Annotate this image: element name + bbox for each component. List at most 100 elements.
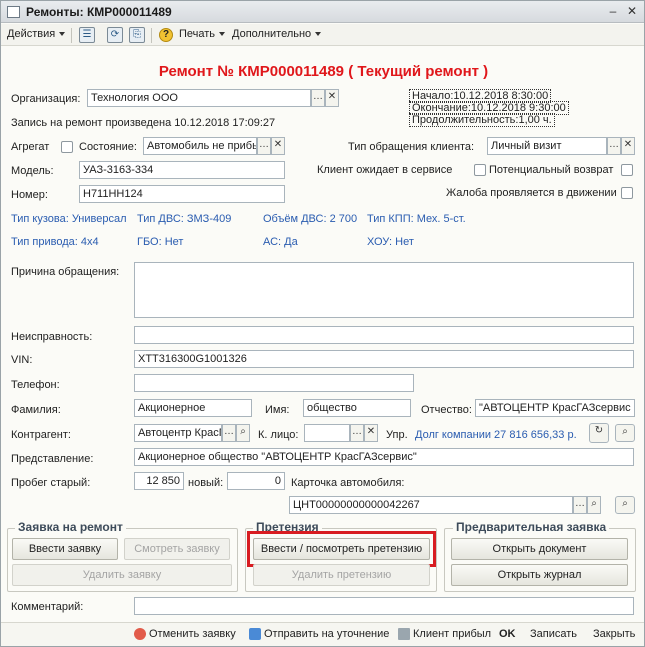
cancel-icon: [134, 628, 146, 641]
car-card-label: Карточка автомобиля:: [291, 477, 405, 489]
patronymic-field[interactable]: "АВТОЦЕНТР КрасГАЗсервис: [475, 399, 635, 417]
car-card-field[interactable]: ЦНТ00000000000042267: [289, 496, 573, 514]
comment-label: Комментарий:: [11, 601, 84, 613]
name-field[interactable]: общество: [303, 399, 411, 417]
client-type-clear-icon[interactable]: ✕: [621, 137, 635, 155]
fault-label: Неисправность:: [11, 331, 93, 343]
window-icon: [7, 6, 20, 18]
delete-claim-button[interactable]: Удалить претензию: [253, 564, 430, 586]
spec-gearbox: Тип КПП: Мех. 5-ст.: [367, 213, 466, 225]
spec-hou: ХОУ: Нет: [367, 236, 414, 248]
contact-person-clear-icon[interactable]: ✕: [364, 424, 378, 442]
print-label: Печать: [179, 28, 216, 40]
refresh-debt-icon[interactable]: ↻: [589, 423, 609, 443]
surname-label: Фамилия:: [11, 404, 61, 416]
title-bar: Ремонты: КМР000011489 – ✕: [1, 1, 644, 23]
open-journal-button[interactable]: Открыть журнал: [451, 564, 628, 586]
vin-field[interactable]: XTT316300G1001326: [134, 350, 634, 368]
send-arrow-icon: [249, 628, 261, 641]
potential-return-checkbox[interactable]: [621, 164, 633, 176]
counterparty-search-icon[interactable]: ⌕: [236, 424, 250, 442]
copy-icon[interactable]: ⎘: [129, 27, 145, 43]
phone-field[interactable]: [134, 374, 414, 392]
state-clear-icon[interactable]: ✕: [271, 137, 285, 155]
minimize-icon[interactable]: –: [605, 4, 621, 19]
document-list-icon[interactable]: ☰: [79, 27, 95, 43]
spec-drive: Тип привода: 4x4: [11, 236, 99, 248]
repair-window: Ремонты: КМР000011489 – ✕ Действия ☰ ⟳ ⎘…: [0, 0, 645, 647]
name-label: Имя:: [265, 404, 290, 416]
potential-return-label: Потенциальный возврат: [489, 164, 614, 176]
state-select-button[interactable]: …: [257, 137, 271, 155]
org-clear-icon[interactable]: ✕: [325, 89, 339, 107]
upr-label: Упр.: [386, 429, 408, 441]
mileage-new-field[interactable]: 0: [227, 472, 285, 490]
car-card-open-icon[interactable]: ⌕: [615, 496, 635, 514]
prelim-group-title: Предварительная заявка: [453, 520, 610, 534]
patronymic-label: Отчество:: [421, 404, 472, 416]
client-arrived-button[interactable]: Клиент прибыл: [398, 628, 492, 641]
counterparty-label: Контрагент:: [11, 429, 71, 441]
close-button[interactable]: Закрыть: [593, 628, 635, 640]
open-document-button[interactable]: Открыть документ: [451, 538, 628, 560]
mileage-old-field[interactable]: 12 850: [134, 472, 184, 490]
actions-menu[interactable]: Действия: [7, 28, 66, 40]
state-field[interactable]: Автомобиль не прибь: [143, 137, 257, 155]
send-clarify-button[interactable]: Отправить на уточнение: [249, 628, 390, 641]
car-card-search-icon[interactable]: ⌕: [587, 496, 601, 514]
surname-field[interactable]: Акционерное: [134, 399, 252, 417]
enter-request-button[interactable]: Ввести заявку: [12, 538, 118, 560]
close-icon[interactable]: ✕: [624, 4, 640, 19]
request-group-title: Заявка на ремонт: [15, 520, 126, 534]
record-info: Запись на ремонт произведена 10.12.2018 …: [11, 117, 276, 129]
counterparty-open-icon[interactable]: ⌕: [615, 424, 635, 442]
spec-volume: Объём ДВС: 2 700: [263, 213, 358, 225]
help-icon[interactable]: ?: [159, 28, 173, 42]
cancel-request-button[interactable]: Отменить заявку: [134, 628, 236, 641]
spec-ac: АС: Да: [263, 236, 298, 248]
client-type-select-button[interactable]: …: [607, 137, 621, 155]
ok-button[interactable]: OK: [499, 628, 516, 640]
arrived-label: Клиент прибыл: [413, 628, 492, 640]
save-button[interactable]: Записать: [530, 628, 577, 640]
org-field[interactable]: Технология ООО: [87, 89, 311, 107]
complaint-motion-label: Жалоба проявляется в движении: [446, 187, 617, 199]
enter-claim-button[interactable]: Ввести / посмотреть претензию: [253, 538, 430, 560]
mileage-old-label: Пробег старый:: [11, 477, 91, 489]
more-label: Дополнительно: [232, 28, 312, 40]
fault-field[interactable]: [134, 326, 634, 344]
mileage-new-label: новый:: [188, 477, 224, 489]
debt-link[interactable]: Долг компании 27 816 656,33 р.: [415, 429, 577, 441]
counterparty-field[interactable]: Автоцентр КрасГ: [134, 424, 222, 442]
contact-person-select-button[interactable]: …: [350, 424, 364, 442]
client-type-field[interactable]: Личный визит: [487, 137, 607, 155]
duration[interactable]: Продолжительность:1,00 ч.: [409, 113, 555, 127]
number-label: Номер:: [11, 189, 48, 201]
representation-field[interactable]: Акционерное общество "АВТОЦЕНТР КрасГАЗс…: [134, 448, 634, 466]
refresh-icon[interactable]: ⟳: [107, 27, 123, 43]
client-type-label: Тип обращения клиента:: [348, 141, 475, 153]
reason-textarea[interactable]: [134, 262, 634, 318]
more-menu[interactable]: Дополнительно: [232, 28, 322, 40]
aggregate-label: Агрегат: [11, 141, 50, 153]
delete-request-button[interactable]: Удалить заявку: [12, 564, 232, 586]
send-label: Отправить на уточнение: [264, 628, 390, 640]
model-field[interactable]: УАЗ-3163-334: [79, 161, 285, 179]
client-waits-checkbox[interactable]: [474, 164, 486, 176]
car-card-select-button[interactable]: …: [573, 496, 587, 514]
org-select-button[interactable]: …: [311, 89, 325, 107]
spec-engine: Тип ДВС: ЗМЗ-409: [137, 213, 232, 225]
aggregate-checkbox[interactable]: [61, 141, 73, 153]
reason-label: Причина обращения:: [11, 266, 120, 278]
counterparty-select-button[interactable]: …: [222, 424, 236, 442]
contact-person-field[interactable]: [304, 424, 350, 442]
print-menu[interactable]: Печать: [179, 28, 226, 40]
complaint-motion-checkbox[interactable]: [621, 187, 633, 199]
model-label: Модель:: [11, 165, 54, 177]
toolbar: Действия ☰ ⟳ ⎘ ? Печать Дополнительно: [1, 24, 644, 46]
view-request-button[interactable]: Смотреть заявку: [124, 538, 230, 560]
number-field[interactable]: Н711НН124: [79, 185, 285, 203]
comment-field[interactable]: [134, 597, 634, 615]
footer-bar: Отменить заявку Отправить на уточнение К…: [1, 622, 644, 646]
contact-person-label: К. лицо:: [258, 429, 299, 441]
